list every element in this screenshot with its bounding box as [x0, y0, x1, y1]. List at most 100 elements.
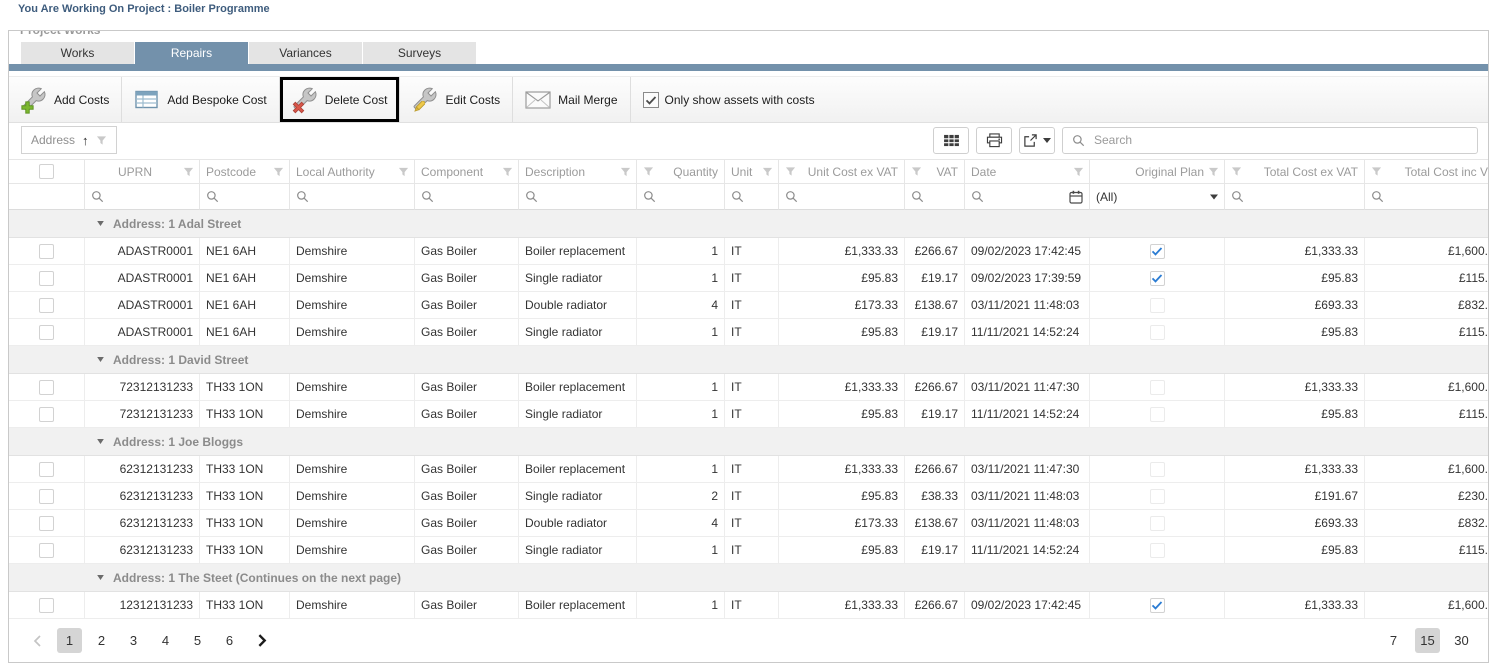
table-row[interactable]: 12312131233TH33 1ONDemshireGas BoilerBoi… — [9, 592, 1489, 619]
group-row[interactable]: Address: 1 The Steet (Continues on the n… — [9, 564, 1489, 592]
toolbar-button-add-costs[interactable]: Add Costs — [9, 77, 121, 122]
original-plan-checkbox[interactable] — [1150, 543, 1165, 558]
filter-funnel-icon[interactable] — [273, 166, 284, 177]
filter-cell-vat[interactable] — [905, 184, 965, 210]
row-select-checkbox[interactable] — [39, 271, 54, 286]
print-button[interactable] — [976, 127, 1012, 154]
table-row[interactable]: 62312131233TH33 1ONDemshireGas BoilerSin… — [9, 537, 1489, 564]
original-plan-checkbox[interactable] — [1150, 244, 1165, 259]
filter-funnel-icon[interactable] — [785, 166, 796, 177]
export-button[interactable] — [1019, 127, 1055, 154]
table-row[interactable]: ADASTR0001NE1 6AHDemshireGas BoilerDoubl… — [9, 292, 1489, 319]
pager-page-3[interactable]: 3 — [121, 628, 146, 653]
group-expand-icon[interactable] — [97, 357, 104, 362]
filter-cell-qty[interactable] — [637, 184, 725, 210]
group-by-address-chip[interactable]: Address ↑ — [21, 126, 117, 154]
column-header-total_ex[interactable]: Total Cost ex VAT — [1225, 160, 1365, 184]
table-row[interactable]: ADASTR0001NE1 6AHDemshireGas BoilerBoile… — [9, 238, 1489, 265]
group-expand-icon[interactable] — [97, 221, 104, 226]
column-header-postcode[interactable]: Postcode — [200, 160, 290, 184]
filter-funnel-icon[interactable] — [643, 166, 654, 177]
filter-cell-authority[interactable] — [290, 184, 415, 210]
calendar-icon[interactable] — [1069, 190, 1083, 204]
pager-page-1[interactable]: 1 — [57, 628, 82, 653]
toolbar-button-mail-merge[interactable]: Mail Merge — [513, 77, 629, 122]
filter-cell-component[interactable] — [415, 184, 519, 210]
pager-page-5[interactable]: 5 — [185, 628, 210, 653]
group-row[interactable]: Address: 1 David Street — [9, 346, 1489, 374]
filter-funnel-icon[interactable] — [1231, 166, 1242, 177]
original-plan-checkbox[interactable] — [1150, 407, 1165, 422]
filter-cell-postcode[interactable] — [200, 184, 290, 210]
only-show-assets-checkbox[interactable]: Only show assets with costs — [631, 77, 827, 122]
column-header-original_plan[interactable]: Original Plan — [1090, 160, 1225, 184]
filter-cell-description[interactable] — [519, 184, 637, 210]
group-row[interactable]: Address: 1 Joe Bloggs — [9, 428, 1489, 456]
tab-repairs[interactable]: Repairs — [135, 42, 248, 64]
pager-next-button[interactable] — [249, 628, 274, 653]
original-plan-checkbox[interactable] — [1150, 271, 1165, 286]
column-header-date[interactable]: Date — [965, 160, 1090, 184]
row-select-checkbox[interactable] — [39, 598, 54, 613]
filter-funnel-icon[interactable] — [183, 166, 194, 177]
row-select-checkbox[interactable] — [39, 298, 54, 313]
filter-cell-uprn[interactable] — [85, 184, 200, 210]
column-header-unit_cost[interactable]: Unit Cost ex VAT — [779, 160, 905, 184]
original-plan-checkbox[interactable] — [1150, 298, 1165, 313]
group-row[interactable]: Address: 1 Adal Street — [9, 210, 1489, 238]
filter-funnel-icon[interactable] — [502, 166, 513, 177]
search-input[interactable] — [1092, 132, 1468, 148]
tab-variances[interactable]: Variances — [249, 42, 362, 64]
original-plan-checkbox[interactable] — [1150, 462, 1165, 477]
column-header-unit[interactable]: Unit — [725, 160, 779, 184]
table-row[interactable]: 72312131233TH33 1ONDemshireGas BoilerSin… — [9, 401, 1489, 428]
select-all-checkbox[interactable] — [39, 164, 54, 179]
table-row[interactable]: 62312131233TH33 1ONDemshireGas BoilerDou… — [9, 510, 1489, 537]
tab-works[interactable]: Works — [21, 42, 134, 64]
original-plan-checkbox[interactable] — [1150, 489, 1165, 504]
filter-funnel-icon[interactable] — [1073, 166, 1084, 177]
filter-funnel-icon[interactable] — [620, 166, 631, 177]
row-select-checkbox[interactable] — [39, 325, 54, 340]
toolbar-button-edit-costs[interactable]: Edit Costs — [400, 77, 512, 122]
page-size-30[interactable]: 30 — [1449, 628, 1474, 653]
column-chooser-button[interactable] — [933, 127, 969, 154]
filter-funnel-icon[interactable] — [1208, 166, 1219, 177]
table-row[interactable]: 62312131233TH33 1ONDemshireGas BoilerSin… — [9, 483, 1489, 510]
column-header-description[interactable]: Description — [519, 160, 637, 184]
pager-page-2[interactable]: 2 — [89, 628, 114, 653]
page-size-15[interactable]: 15 — [1415, 628, 1440, 653]
column-header-total_inc[interactable]: Total Cost inc V — [1365, 160, 1489, 184]
row-select-checkbox[interactable] — [39, 244, 54, 259]
row-select-checkbox[interactable] — [39, 543, 54, 558]
filter-funnel-icon[interactable] — [911, 166, 922, 177]
pager-page-4[interactable]: 4 — [153, 628, 178, 653]
page-size-7[interactable]: 7 — [1381, 628, 1406, 653]
row-select-checkbox[interactable] — [39, 516, 54, 531]
checkbox-icon[interactable] — [643, 92, 659, 108]
row-select-checkbox[interactable] — [39, 462, 54, 477]
table-row[interactable]: 72312131233TH33 1ONDemshireGas BoilerBoi… — [9, 374, 1489, 401]
filter-cell-total_ex[interactable] — [1225, 184, 1365, 210]
original-plan-checkbox[interactable] — [1150, 380, 1165, 395]
table-row[interactable]: ADASTR0001NE1 6AHDemshireGas BoilerSingl… — [9, 319, 1489, 346]
column-header-vat[interactable]: VAT — [905, 160, 965, 184]
group-expand-icon[interactable] — [97, 439, 104, 444]
column-header-uprn[interactable]: UPRN — [85, 160, 200, 184]
filter-funnel-icon[interactable] — [1371, 166, 1382, 177]
original-plan-checkbox[interactable] — [1150, 516, 1165, 531]
pager-page-6[interactable]: 6 — [217, 628, 242, 653]
table-row[interactable]: 62312131233TH33 1ONDemshireGas BoilerBoi… — [9, 456, 1489, 483]
column-header-select[interactable] — [9, 160, 85, 184]
filter-cell-date[interactable] — [965, 184, 1090, 210]
toolbar-button-delete-cost[interactable]: Delete Cost — [280, 77, 400, 122]
tab-surveys[interactable]: Surveys — [363, 42, 476, 64]
group-expand-icon[interactable] — [97, 575, 104, 580]
column-header-component[interactable]: Component — [415, 160, 519, 184]
row-select-checkbox[interactable] — [39, 489, 54, 504]
table-row[interactable]: ADASTR0001NE1 6AHDemshireGas BoilerSingl… — [9, 265, 1489, 292]
filter-funnel-icon[interactable] — [398, 166, 409, 177]
filter-cell-original_plan[interactable]: (All) — [1090, 184, 1225, 210]
row-select-checkbox[interactable] — [39, 380, 54, 395]
column-header-qty[interactable]: Quantity — [637, 160, 725, 184]
